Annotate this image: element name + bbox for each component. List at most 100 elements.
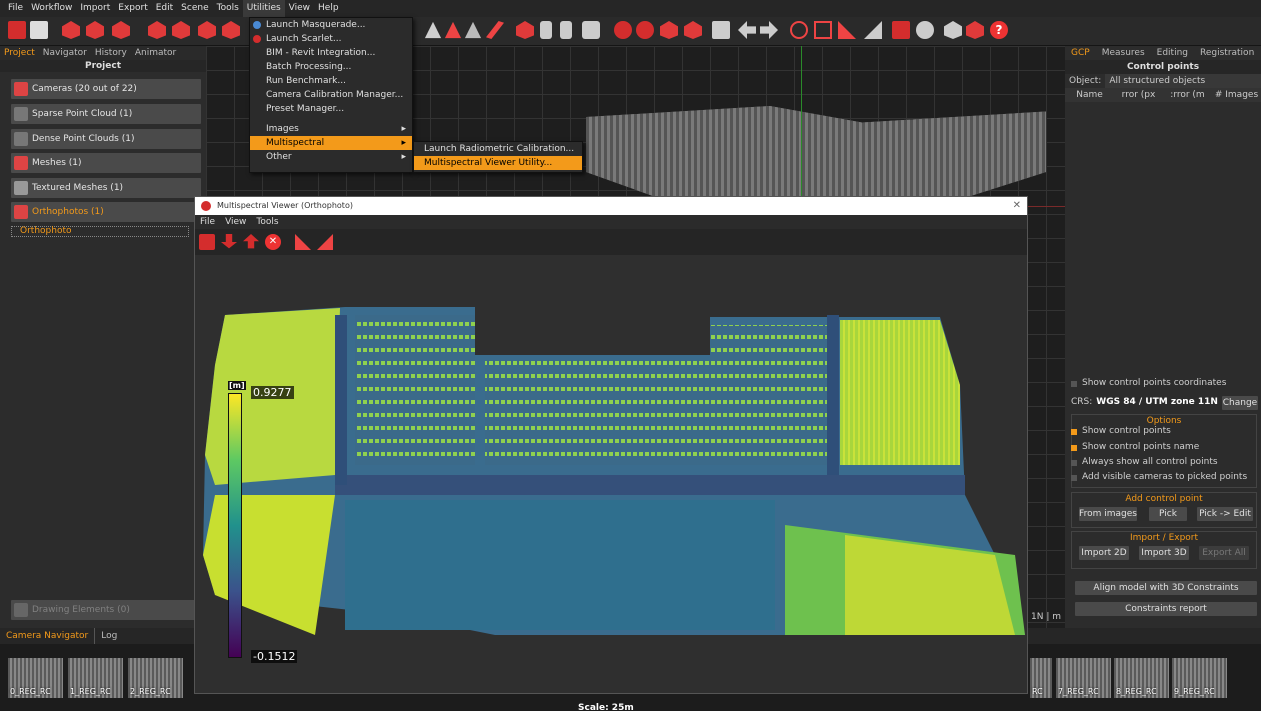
measure-icon[interactable] [295, 234, 311, 250]
project-item-meshes[interactable]: Meshes (1) [11, 153, 201, 173]
menu-item-other[interactable]: Other ▸ [250, 150, 412, 164]
viewer-menu-tools[interactable]: Tools [251, 215, 283, 229]
tab-navigator[interactable]: Navigator [39, 46, 91, 60]
align-model-button[interactable]: Align model with 3D Constraints [1075, 581, 1257, 595]
menu-item-multispectral-viewer[interactable]: Multispectral Viewer Utility... [414, 156, 582, 170]
menu-import[interactable]: Import [76, 0, 114, 17]
select-icon[interactable] [540, 21, 552, 39]
from-images-button[interactable]: From images [1079, 507, 1137, 521]
project-item-dense[interactable]: Dense Point Clouds (1) [11, 129, 201, 149]
menu-item-calibration[interactable]: Camera Calibration Manager... [250, 88, 412, 102]
menu-workflow[interactable]: Workflow [27, 0, 76, 17]
menu-view[interactable]: View [285, 0, 314, 17]
viewer-menu-file[interactable]: File [195, 215, 220, 229]
menu-edit[interactable]: Edit [152, 0, 177, 17]
menu-help[interactable]: Help [314, 0, 343, 17]
camera-thumbnail[interactable]: RC [1030, 658, 1052, 698]
export-all-button[interactable]: Export All [1199, 546, 1249, 560]
camera-thumbnail[interactable]: 1_REG_RC [68, 658, 123, 698]
checkbox[interactable] [1071, 428, 1077, 435]
show-coords-row[interactable]: Show control points coordinates [1071, 376, 1257, 391]
checkbox[interactable] [1071, 474, 1077, 481]
help-icon[interactable]: ? [990, 21, 1008, 39]
crop-icon[interactable] [814, 21, 832, 39]
import-3d-button[interactable]: Import 3D [1139, 546, 1189, 560]
rc-cube-icon[interactable] [966, 21, 984, 39]
camera-thumbnail[interactable]: 7_REG_RC [1056, 658, 1111, 698]
checkbox[interactable] [1071, 444, 1077, 451]
option-row[interactable]: Show control points name [1071, 440, 1257, 455]
camera-thumbnail[interactable]: 2_REG_RC [128, 658, 183, 698]
new-project-icon[interactable] [8, 21, 26, 39]
pick-edit-button[interactable]: Pick -> Edit [1197, 507, 1253, 521]
checkbox[interactable] [1071, 380, 1077, 387]
invert-icon[interactable] [582, 21, 600, 39]
triangle-red-icon[interactable] [444, 21, 462, 39]
constraints-report-button[interactable]: Constraints report [1075, 602, 1257, 616]
project-item-drawing[interactable]: Drawing Elements (0) [11, 600, 201, 620]
region-alt-icon[interactable] [636, 21, 654, 39]
menu-item-bim[interactable]: BIM - Revit Integration... [250, 46, 412, 60]
camera-view-icon[interactable] [712, 21, 730, 39]
triangle-outline-icon[interactable] [464, 21, 482, 39]
tab-log[interactable]: Log [95, 628, 123, 644]
viewer-menu-view[interactable]: View [220, 215, 251, 229]
tab-project[interactable]: Project [0, 46, 39, 60]
menu-item-masquerade[interactable]: Launch Masquerade... [250, 18, 412, 32]
window-titlebar[interactable]: Multispectral Viewer (Orthophoto) ✕ [195, 197, 1027, 215]
menu-tools[interactable]: Tools [213, 0, 243, 17]
camera-thumbnail[interactable]: 9_REG_RC [1172, 658, 1227, 698]
menu-file[interactable]: File [4, 0, 27, 17]
import-2d-button[interactable]: Import 2D [1079, 546, 1129, 560]
open-folder-icon[interactable] [199, 234, 215, 250]
colorize-icon[interactable] [172, 21, 190, 39]
region-icon[interactable] [614, 21, 632, 39]
col-error-px[interactable]: rror (px [1114, 88, 1163, 102]
gizmo-icon[interactable] [790, 21, 808, 39]
chart-icon[interactable] [864, 21, 882, 39]
orthophoto-tree-item[interactable]: Orthophoto [11, 226, 189, 237]
settings-icon[interactable] [916, 21, 934, 39]
brush-icon[interactable] [486, 21, 504, 39]
project-item-orthophotos[interactable]: Orthophotos (1) [11, 202, 201, 222]
col-error-m[interactable]: :rror (m [1163, 88, 1212, 102]
menu-item-scarlet[interactable]: Launch Scarlet... [250, 32, 412, 46]
menu-item-preset[interactable]: Preset Manager... [250, 102, 412, 116]
camera-thumbnail[interactable]: 0_REG_RC [8, 658, 63, 698]
menu-item-images[interactable]: Images ▸ [250, 122, 412, 136]
camera-thumbnail[interactable]: 8_REG_RC [1114, 658, 1169, 698]
smooth-icon[interactable] [222, 21, 240, 39]
checkbox[interactable] [1071, 459, 1077, 466]
box-alt-icon[interactable] [684, 21, 702, 39]
tab-gcp[interactable]: GCP [1065, 46, 1096, 60]
filter-icon[interactable] [198, 21, 216, 39]
script-icon[interactable] [892, 21, 910, 39]
menu-utilities[interactable]: Utilities [242, 0, 285, 17]
ruler-icon[interactable] [838, 21, 856, 39]
redo-icon[interactable] [760, 21, 778, 39]
menu-item-multispectral[interactable]: Multispectral ▸ [250, 136, 412, 150]
simplify-icon[interactable] [112, 21, 130, 39]
menu-export[interactable]: Export [114, 0, 151, 17]
menu-item-benchmark[interactable]: Run Benchmark... [250, 74, 412, 88]
project-item-sparse[interactable]: Sparse Point Cloud (1) [11, 104, 201, 124]
lasso-icon[interactable] [516, 21, 534, 39]
orthophoto-canvas[interactable]: [m] 0.9277 -0.1512 Scale: 25m [195, 255, 1027, 711]
tab-history[interactable]: History [91, 46, 131, 60]
tab-camera-navigator[interactable]: Camera Navigator [0, 628, 96, 644]
box-icon[interactable] [660, 21, 678, 39]
download-icon[interactable] [221, 234, 237, 249]
upload-icon[interactable] [243, 234, 259, 249]
align-images-icon[interactable] [62, 21, 80, 39]
menu-item-radiometric[interactable]: Launch Radiometric Calibration... [414, 142, 582, 156]
project-item-textured[interactable]: Textured Meshes (1) [11, 178, 201, 198]
option-row[interactable]: Add visible cameras to picked points [1071, 470, 1257, 485]
remove-icon[interactable]: ✕ [265, 234, 281, 250]
tab-animator[interactable]: Animator [131, 46, 180, 60]
save-icon[interactable] [30, 21, 48, 39]
tab-measures[interactable]: Measures [1096, 46, 1151, 60]
menu-item-batch[interactable]: Batch Processing... [250, 60, 412, 74]
undo-icon[interactable] [738, 21, 756, 39]
cube-icon[interactable] [944, 21, 962, 39]
texture-icon[interactable] [148, 21, 166, 39]
